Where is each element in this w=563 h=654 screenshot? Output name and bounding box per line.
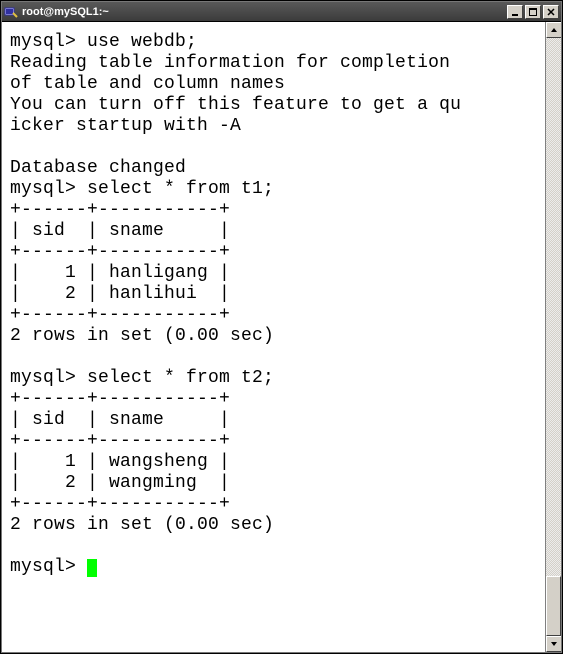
output-line: of table and column names	[10, 74, 285, 94]
titlebar[interactable]: root@mySQL1:~	[2, 2, 561, 22]
output-line: icker startup with -A	[10, 116, 241, 136]
table-header: | sid | sname |	[10, 410, 230, 430]
prompt: mysql>	[10, 179, 87, 199]
prompt: mysql>	[10, 368, 87, 388]
window-title: root@mySQL1:~	[22, 6, 507, 18]
table-row: | 1 | wangsheng |	[10, 452, 230, 472]
prompt: mysql>	[10, 557, 87, 577]
table-border: +------+-----------+	[10, 242, 230, 262]
vertical-scrollbar[interactable]	[545, 22, 561, 652]
table-border: +------+-----------+	[10, 200, 230, 220]
table-header: | sid | sname |	[10, 221, 230, 241]
putty-icon	[4, 5, 18, 19]
terminal-output[interactable]: mysql> use webdb; Reading table informat…	[2, 22, 545, 652]
table-border: +------+-----------+	[10, 431, 230, 451]
cursor	[87, 559, 97, 577]
table-border: +------+-----------+	[10, 494, 230, 514]
command: use webdb;	[87, 32, 197, 52]
output-line: Reading table information for completion	[10, 53, 450, 73]
maximize-button[interactable]	[525, 5, 541, 19]
output-line: You can turn off this feature to get a q…	[10, 95, 461, 115]
scroll-up-button[interactable]	[546, 22, 561, 38]
table-row: | 2 | wangming |	[10, 473, 230, 493]
output-line: 2 rows in set (0.00 sec)	[10, 515, 274, 535]
output-line: 2 rows in set (0.00 sec)	[10, 326, 274, 346]
terminal-window: root@mySQL1:~ mysql> use webdb; Reading …	[1, 1, 562, 653]
command: select * from t1;	[87, 179, 274, 199]
prompt: mysql>	[10, 32, 87, 52]
minimize-button[interactable]	[507, 5, 523, 19]
scroll-down-button[interactable]	[546, 636, 561, 652]
close-button[interactable]	[543, 5, 559, 19]
terminal-body: mysql> use webdb; Reading table informat…	[2, 22, 561, 652]
scrollbar-thumb[interactable]	[546, 576, 561, 636]
table-border: +------+-----------+	[10, 389, 230, 409]
output-line: Database changed	[10, 158, 186, 178]
table-border: +------+-----------+	[10, 305, 230, 325]
scrollbar-track[interactable]	[546, 38, 561, 636]
window-controls	[507, 5, 559, 19]
table-row: | 1 | hanligang |	[10, 263, 230, 283]
command: select * from t2;	[87, 368, 274, 388]
table-row: | 2 | hanlihui |	[10, 284, 230, 304]
